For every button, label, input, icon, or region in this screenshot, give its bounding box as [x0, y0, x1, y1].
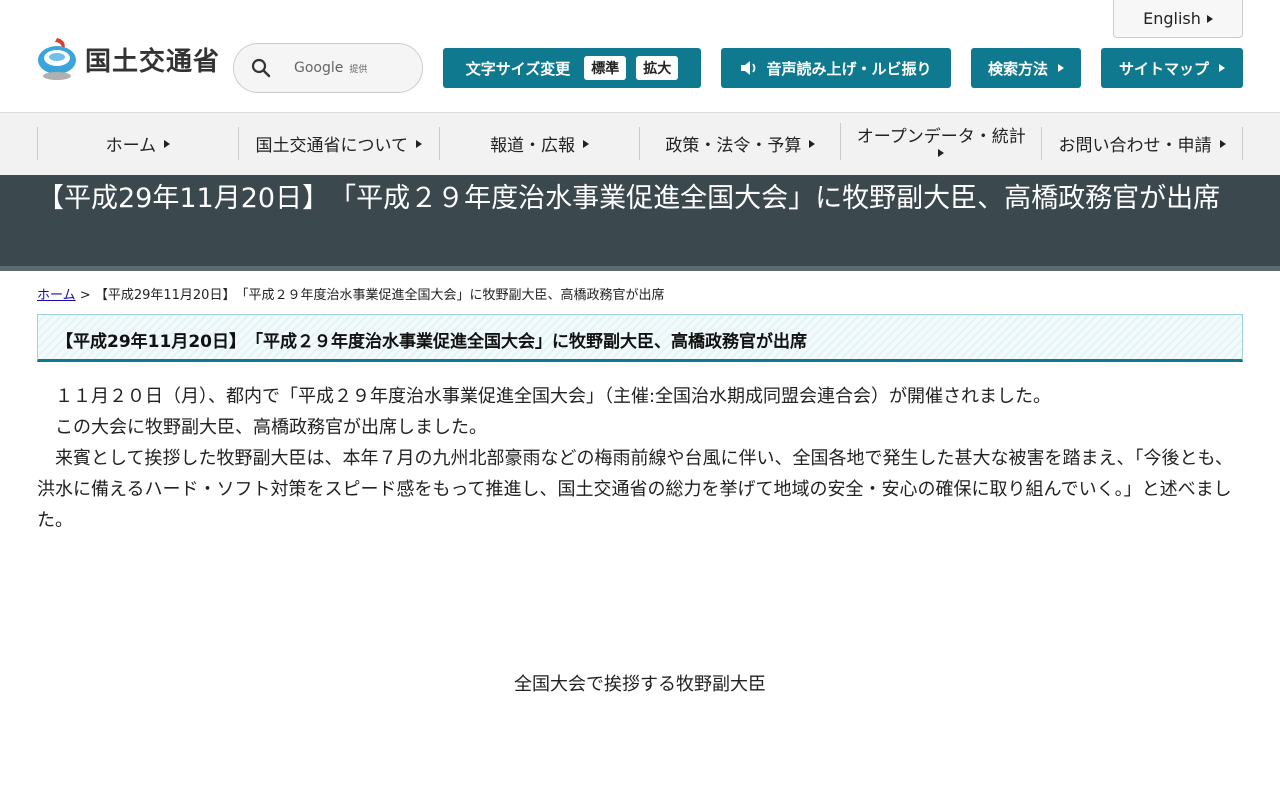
arrow-right-icon — [164, 139, 171, 148]
nav-item-opendata[interactable]: オープンデータ・統計 — [840, 123, 1041, 160]
nav-label: 国土交通省について — [255, 136, 408, 156]
font-size-control: 文字サイズ変更 標準 拡大 — [443, 48, 701, 88]
sitemap-button[interactable]: サイトマップ — [1101, 48, 1243, 88]
nav-item-about[interactable]: 国土交通省について — [237, 127, 439, 160]
site-search-input[interactable]: Google 提供 — [233, 43, 423, 93]
breadcrumb-separator: > — [79, 288, 91, 303]
search-method-label: 検索方法 — [987, 59, 1048, 78]
sitemap-label: サイトマップ — [1118, 59, 1209, 78]
arrow-right-icon — [415, 139, 422, 148]
font-size-label: 文字サイズ変更 — [465, 59, 571, 78]
nav-item-contact[interactable]: お問い合わせ・申請 — [1041, 127, 1243, 160]
font-large-button[interactable]: 拡大 — [636, 56, 679, 80]
search-icon[interactable] — [250, 57, 272, 79]
voice-label: 音声読み上げ・ルビ振り — [766, 59, 932, 78]
site-logo[interactable]: 国土交通省 — [37, 36, 220, 82]
arrow-right-icon — [1058, 64, 1064, 72]
arrow-right-icon — [1206, 14, 1213, 23]
nav-label: オープンデータ・統計 — [856, 126, 1026, 147]
article-body: １１月２０日（月）、都内で「平成２９年度治水事業促進全国大会」（主催:全国治水期… — [37, 381, 1247, 536]
arrow-right-icon — [1219, 139, 1226, 148]
article-paragraph: １１月２０日（月）、都内で「平成２９年度治水事業促進全国大会」（主催:全国治水期… — [37, 386, 1052, 407]
photo-caption: 全国大会で挨拶する牧野副大臣 — [514, 674, 766, 695]
font-standard-button[interactable]: 標準 — [584, 56, 627, 80]
arrow-right-icon — [583, 139, 590, 148]
google-sub-label: 提供 — [349, 64, 368, 75]
nav-item-policy[interactable]: 政策・法令・予算 — [639, 127, 840, 160]
article-heading: 【平成29年11月20日】 「平成２９年度治水事業促進全国大会」に牧野副大臣、高… — [37, 314, 1243, 362]
mlit-logo-icon — [38, 38, 76, 80]
arrow-right-icon — [1219, 64, 1225, 72]
nav-label: お問い合わせ・申請 — [1058, 136, 1212, 156]
speaker-icon — [741, 61, 756, 75]
breadcrumb: ホーム > 【平成29年11月20日】 「平成２９年度治水事業促進全国大会」に牧… — [37, 284, 664, 303]
google-label: Google — [294, 60, 344, 76]
arrow-right-icon — [809, 139, 816, 148]
nav-label: ホーム — [105, 136, 157, 156]
voice-ruby-button[interactable]: 音声読み上げ・ルビ振り — [721, 48, 951, 88]
breadcrumb-home-link[interactable]: ホーム — [37, 288, 76, 303]
article-paragraph: この大会に牧野副大臣、高橋政務官が出席しました。 — [37, 417, 487, 438]
english-button[interactable]: English — [1113, 0, 1243, 38]
logo-text: 国土交通省 — [85, 46, 221, 77]
nav-label: 報道・広報 — [490, 136, 576, 156]
nav-item-press[interactable]: 報道・広報 — [438, 127, 640, 160]
global-nav: ホーム 国土交通省について 報道・広報 政策・法令・予算 オープンデータ・統計 … — [0, 113, 1280, 175]
nav-item-home[interactable]: ホーム — [37, 127, 238, 160]
site-header: English 国土交通省 Google 提供 文字サイズ変更 標準 拡大 音声… — [0, 0, 1280, 113]
breadcrumb-current: 【平成29年11月20日】 「平成２９年度治水事業促進全国大会」に牧野副大臣、高… — [94, 288, 665, 303]
nav-label: 政策・法令・予算 — [665, 136, 802, 156]
english-label: English — [1143, 9, 1201, 28]
article-paragraph: 来賓として挨拶した牧野副大臣は、本年７月の九州北部豪雨などの梅雨前線や台風に伴い… — [37, 448, 1233, 531]
search-method-button[interactable]: 検索方法 — [971, 48, 1081, 88]
arrow-right-icon — [938, 148, 945, 157]
page-title: 【平成29年11月20日】 「平成２９年度治水事業促進全国大会」に牧野副大臣、高… — [0, 175, 1280, 271]
